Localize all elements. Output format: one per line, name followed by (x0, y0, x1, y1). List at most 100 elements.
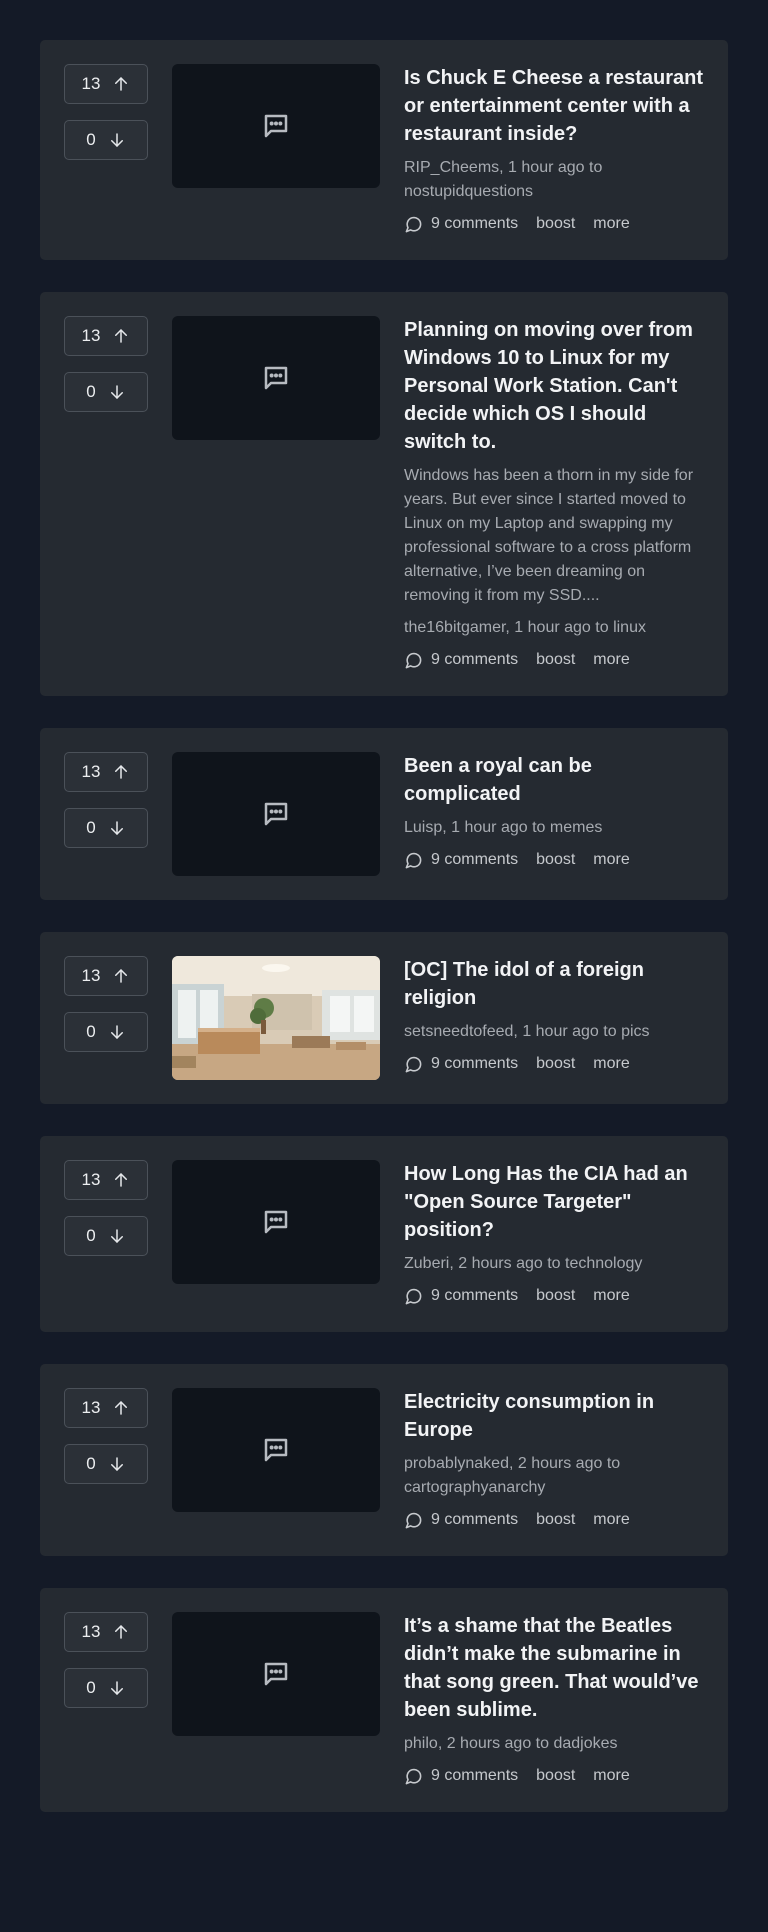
upvote-count: 13 (81, 966, 101, 985)
upvote-count: 13 (81, 1170, 101, 1189)
post-community[interactable]: dadjokes (553, 1735, 617, 1752)
boost-button[interactable]: boost (536, 648, 575, 672)
more-button[interactable]: more (593, 648, 629, 672)
post-card: 13 0 Electricity consumption in Europe p… (40, 1364, 728, 1556)
meta-to: to (603, 1023, 617, 1040)
meta-comma: , (437, 1735, 447, 1752)
downvote-button[interactable]: 0 (64, 372, 148, 412)
comment-bubble-icon (405, 1056, 422, 1072)
arrow-down-icon (110, 133, 123, 147)
comments-link[interactable]: 9 comments (404, 848, 518, 872)
post-card: 13 0 It’s a shame that the Beatles didn’… (40, 1588, 728, 1812)
post-meta: Luisp, 1 hour ago to memes (404, 816, 704, 840)
post-thumbnail[interactable] (172, 1388, 380, 1512)
comments-link[interactable]: 9 comments (404, 212, 518, 236)
upvote-count: 13 (81, 1398, 101, 1417)
upvote-button[interactable]: 13 (64, 1160, 148, 1200)
post-card: 13 0 Been a royal can be complicated Lui… (40, 728, 728, 900)
post-actions: 9 comments boost more (404, 1284, 704, 1308)
boost-button[interactable]: boost (536, 1764, 575, 1788)
downvote-button[interactable]: 0 (64, 1216, 148, 1256)
post-author[interactable]: Zuberi (404, 1255, 449, 1272)
post-actions: 9 comments boost more (404, 212, 704, 236)
post-time: 1 hour ago (514, 619, 591, 636)
post-time: 1 hour ago (522, 1023, 599, 1040)
post-meta: RIP_Cheems, 1 hour ago to nostupidquesti… (404, 156, 704, 204)
message-icon (264, 1662, 288, 1686)
post-title[interactable]: Electricity consumption in Europe (404, 1388, 704, 1444)
post-meta: probablynaked, 2 hours ago to cartograph… (404, 1452, 704, 1500)
meta-comma: , (499, 159, 509, 176)
comments-label: 9 comments (431, 851, 519, 868)
upvote-button[interactable]: 13 (64, 1612, 148, 1652)
downvote-button[interactable]: 0 (64, 1668, 148, 1708)
downvote-button[interactable]: 0 (64, 808, 148, 848)
more-button[interactable]: more (593, 1764, 629, 1788)
more-button[interactable]: more (593, 1052, 629, 1076)
post-thumbnail[interactable] (172, 64, 380, 188)
downvote-button[interactable]: 0 (64, 1444, 148, 1484)
comments-link[interactable]: 9 comments (404, 648, 518, 672)
arrow-down-icon (110, 385, 123, 399)
meta-to: to (532, 819, 546, 836)
upvote-button[interactable]: 13 (64, 316, 148, 356)
post-thumbnail[interactable] (172, 316, 380, 440)
comments-link[interactable]: 9 comments (404, 1764, 518, 1788)
post-title[interactable]: Planning on moving over from Windows 10 … (404, 316, 704, 456)
post-community[interactable]: linux (613, 619, 646, 636)
post-thumbnail[interactable] (172, 1160, 380, 1284)
comments-link[interactable]: 9 comments (404, 1284, 518, 1308)
post-thumbnail[interactable] (172, 956, 380, 1080)
post-thumbnail[interactable] (172, 752, 380, 876)
upvote-button[interactable]: 13 (64, 752, 148, 792)
comments-link[interactable]: 9 comments (404, 1508, 518, 1532)
downvote-button[interactable]: 0 (64, 1012, 148, 1052)
upvote-button[interactable]: 13 (64, 64, 148, 104)
post-card: 13 0 [OC] The idol of a foreign religion… (40, 932, 728, 1104)
post-meta: Zuberi, 2 hours ago to technology (404, 1252, 704, 1276)
upvote-count: 13 (81, 762, 101, 781)
arrow-down-icon (110, 1229, 123, 1243)
more-button[interactable]: more (593, 1508, 629, 1532)
post-community[interactable]: cartographyanarchy (404, 1479, 545, 1496)
boost-button[interactable]: boost (536, 848, 575, 872)
boost-button[interactable]: boost (536, 1508, 575, 1532)
post-author[interactable]: the16bitgamer (404, 619, 505, 636)
post-author[interactable]: RIP_Cheems (404, 159, 499, 176)
post-title[interactable]: [OC] The idol of a foreign religion (404, 956, 704, 1012)
post-community[interactable]: memes (550, 819, 602, 836)
more-button[interactable]: more (593, 848, 629, 872)
post-title[interactable]: It’s a shame that the Beatles didn’t mak… (404, 1612, 704, 1724)
upvote-button[interactable]: 13 (64, 956, 148, 996)
post-community[interactable]: pics (621, 1023, 649, 1040)
boost-button[interactable]: boost (536, 212, 575, 236)
downvote-count: 0 (86, 382, 96, 401)
post-card: 13 0 Is Chuck E Cheese a restaurant or e… (40, 40, 728, 260)
comments-link[interactable]: 9 comments (404, 1052, 518, 1076)
post-content: Electricity consumption in Europe probab… (404, 1388, 704, 1532)
post-community[interactable]: nostupidquestions (404, 183, 533, 200)
post-author[interactable]: philo (404, 1735, 438, 1752)
post-meta: philo, 2 hours ago to dadjokes (404, 1732, 704, 1756)
post-content: Planning on moving over from Windows 10 … (404, 316, 704, 672)
post-author[interactable]: setsneedtofeed (404, 1023, 513, 1040)
post-meta: setsneedtofeed, 1 hour ago to pics (404, 1020, 704, 1044)
post-title[interactable]: Is Chuck E Cheese a restaurant or entert… (404, 64, 704, 148)
post-content: Is Chuck E Cheese a restaurant or entert… (404, 64, 704, 236)
more-button[interactable]: more (593, 1284, 629, 1308)
post-author[interactable]: Luisp (404, 819, 442, 836)
post-author[interactable]: probablynaked (404, 1455, 509, 1472)
boost-button[interactable]: boost (536, 1284, 575, 1308)
post-community[interactable]: technology (565, 1255, 642, 1272)
downvote-button[interactable]: 0 (64, 120, 148, 160)
upvote-count: 13 (81, 74, 101, 93)
comments-label: 9 comments (431, 651, 519, 668)
post-time: 2 hours ago (458, 1255, 543, 1272)
boost-button[interactable]: boost (536, 1052, 575, 1076)
upvote-button[interactable]: 13 (64, 1388, 148, 1428)
arrow-down-icon (110, 1681, 123, 1695)
post-thumbnail[interactable] (172, 1612, 380, 1736)
more-button[interactable]: more (593, 212, 629, 236)
post-title[interactable]: How Long Has the CIA had an "Open Source… (404, 1160, 704, 1244)
post-title[interactable]: Been a royal can be complicated (404, 752, 704, 808)
